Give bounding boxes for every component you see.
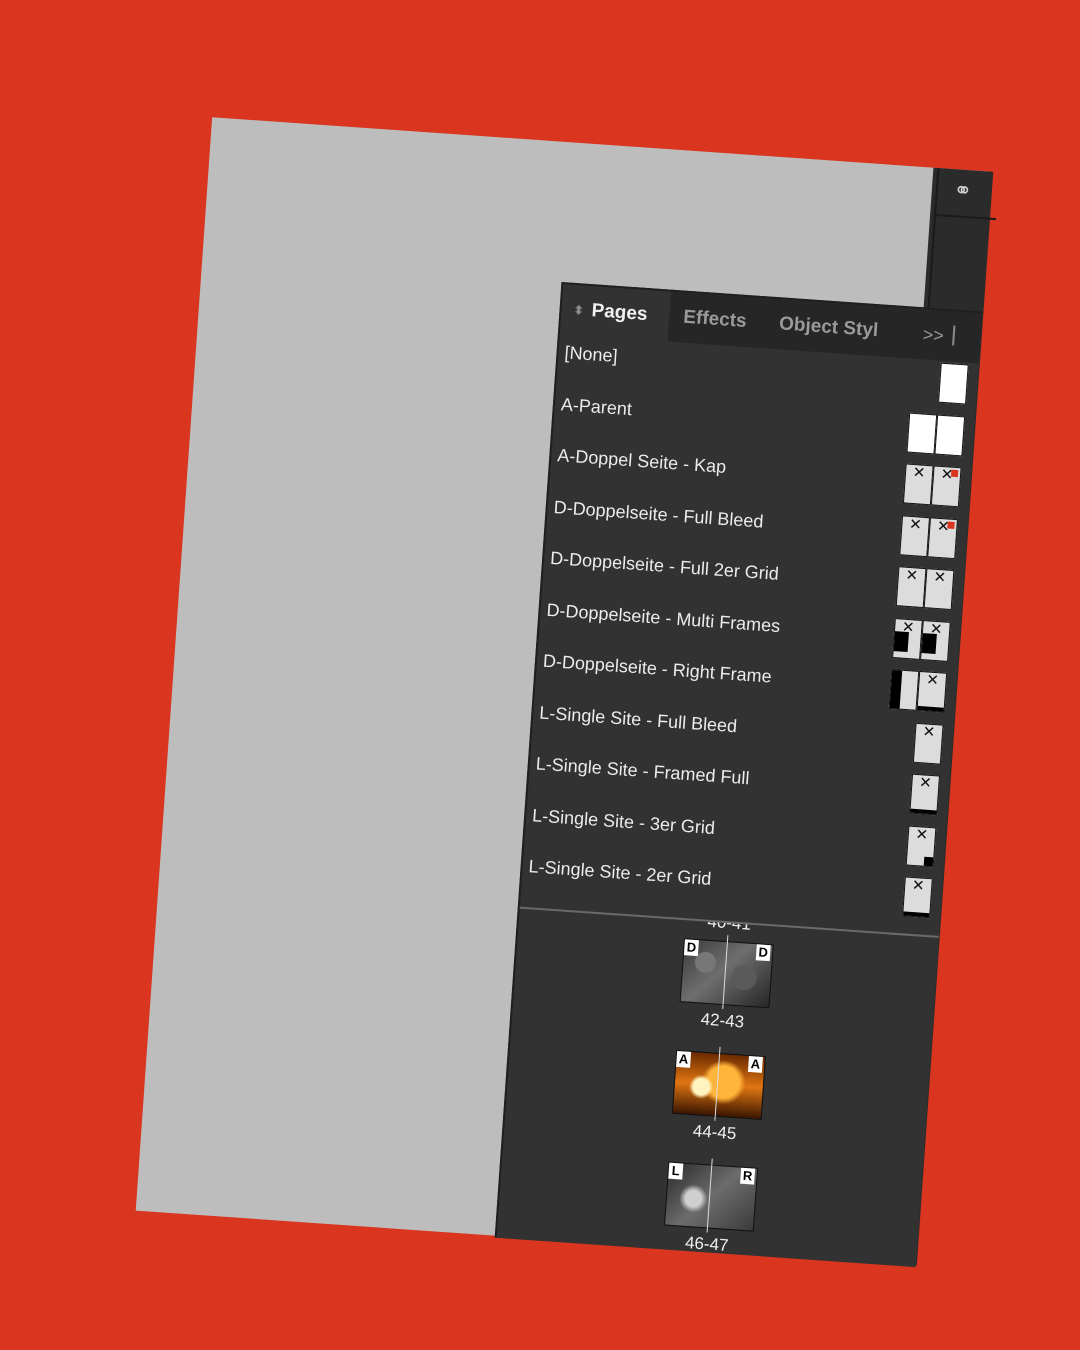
tab-edge [952, 325, 956, 346]
parent-badge-right: A [747, 1055, 763, 1073]
parent-badge-right: D [755, 944, 771, 962]
parent-badge-left: D [683, 939, 699, 957]
parent-label: L-Single Site - 3er Grid [531, 805, 716, 839]
spread-page-numbers: 44-45 [692, 1121, 737, 1144]
parent-thumbnail[interactable]: ✕ [912, 722, 944, 767]
frame-block [889, 670, 903, 709]
page-thumbnail: ✕ [899, 515, 931, 558]
spread-thumbnail[interactable]: A A 44-45 [670, 1046, 770, 1143]
parent-thumbnail[interactable] [938, 362, 969, 407]
page-thumbnail: ✕ [923, 568, 955, 611]
frame-block [921, 633, 937, 654]
red-marker [947, 521, 955, 530]
parent-thumbnail[interactable]: ✕ [888, 668, 948, 713]
page-thumbnail [934, 414, 966, 457]
page-thumbnail: ✕ [905, 825, 937, 868]
page-thumbnail: ✕ [916, 670, 948, 713]
parent-thumbnail[interactable] [906, 412, 966, 457]
parent-badge-left: L [668, 1162, 684, 1180]
frame-block [917, 705, 944, 712]
parent-thumbnail[interactable]: ✕ ✕ [892, 618, 951, 662]
tab-effects[interactable]: Effects [682, 293, 749, 347]
page-thumbnail: ✕ [902, 876, 933, 919]
parent-badge-right: R [740, 1167, 756, 1185]
frame-block [893, 631, 909, 653]
frame-block [923, 856, 934, 867]
parent-thumbnail[interactable]: ✕ ✕ [899, 515, 958, 560]
parent-label: L-Single Site - 2er Grid [528, 856, 713, 889]
page-thumbnail: ✕ [930, 465, 962, 508]
updown-arrows-icon: ⬍ [573, 302, 585, 318]
link-icon[interactable]: ⚭ [949, 177, 977, 205]
parent-label: A-Doppel Seite - Kap [556, 445, 727, 477]
tab-object-styles[interactable]: Object Styl [777, 299, 879, 356]
page-thumbnail: ✕ [909, 773, 941, 816]
parent-badge-left: A [676, 1050, 692, 1068]
frame-block [910, 808, 937, 815]
frame-block [903, 911, 930, 918]
page-thumbnail: ✕ [895, 566, 927, 609]
page-thumbnail: ✕ [902, 463, 934, 506]
stage: ⚭ ⬍ Pages Effects Object Styl >> [None] A… [0, 0, 1080, 1350]
page-thumbnail [906, 412, 938, 455]
parent-thumbnail[interactable]: ✕ [902, 876, 933, 920]
tab-label: Object Styl [778, 313, 879, 342]
parent-thumbnail[interactable]: ✕ ✕ [895, 566, 955, 611]
page-thumbnail: ✕ [912, 722, 944, 765]
spread-thumbnail[interactable]: D D 42-43 [678, 935, 778, 1032]
screenshot: ⚭ ⬍ Pages Effects Object Styl >> [None] A… [135, 117, 997, 1268]
spread-thumbnail[interactable]: L R 46-47 [662, 1158, 762, 1255]
parent-label: A-Parent [560, 394, 633, 420]
spreads-list: 40-41 D D 42-43 A A 44-45 L R 46-47 [497, 909, 939, 1267]
spread-page-numbers: 42-43 [700, 1009, 745, 1032]
tab-label: Effects [682, 306, 748, 332]
spread-page-numbers: 46-47 [684, 1232, 730, 1255]
red-marker [950, 469, 959, 478]
page-thumbnail: ✕ [892, 618, 923, 660]
tab-label: Pages [590, 300, 649, 326]
parent-thumbnail[interactable]: ✕ [905, 825, 937, 870]
parent-label: [None] [563, 342, 619, 367]
parent-thumbnail[interactable]: ✕ ✕ [902, 463, 962, 508]
parents-list: [None] A-Parent A-Doppel Seite - Kap ✕ ✕ D-Do… [520, 336, 979, 934]
page-thumbnail [888, 668, 920, 711]
pages-panel: ⬍ Pages Effects Object Styl >> [None] A-P… [494, 282, 983, 1268]
parent-label: L-Single Site - Full Bleed [538, 702, 738, 737]
parent-thumbnail[interactable]: ✕ [909, 773, 941, 818]
page-thumbnail: ✕ [927, 517, 958, 560]
double-chevron-right-icon[interactable]: >> [921, 309, 945, 360]
page-thumbnail [938, 362, 969, 405]
page-thumbnail: ✕ [920, 620, 951, 662]
tab-pages[interactable]: ⬍ Pages [559, 284, 672, 342]
